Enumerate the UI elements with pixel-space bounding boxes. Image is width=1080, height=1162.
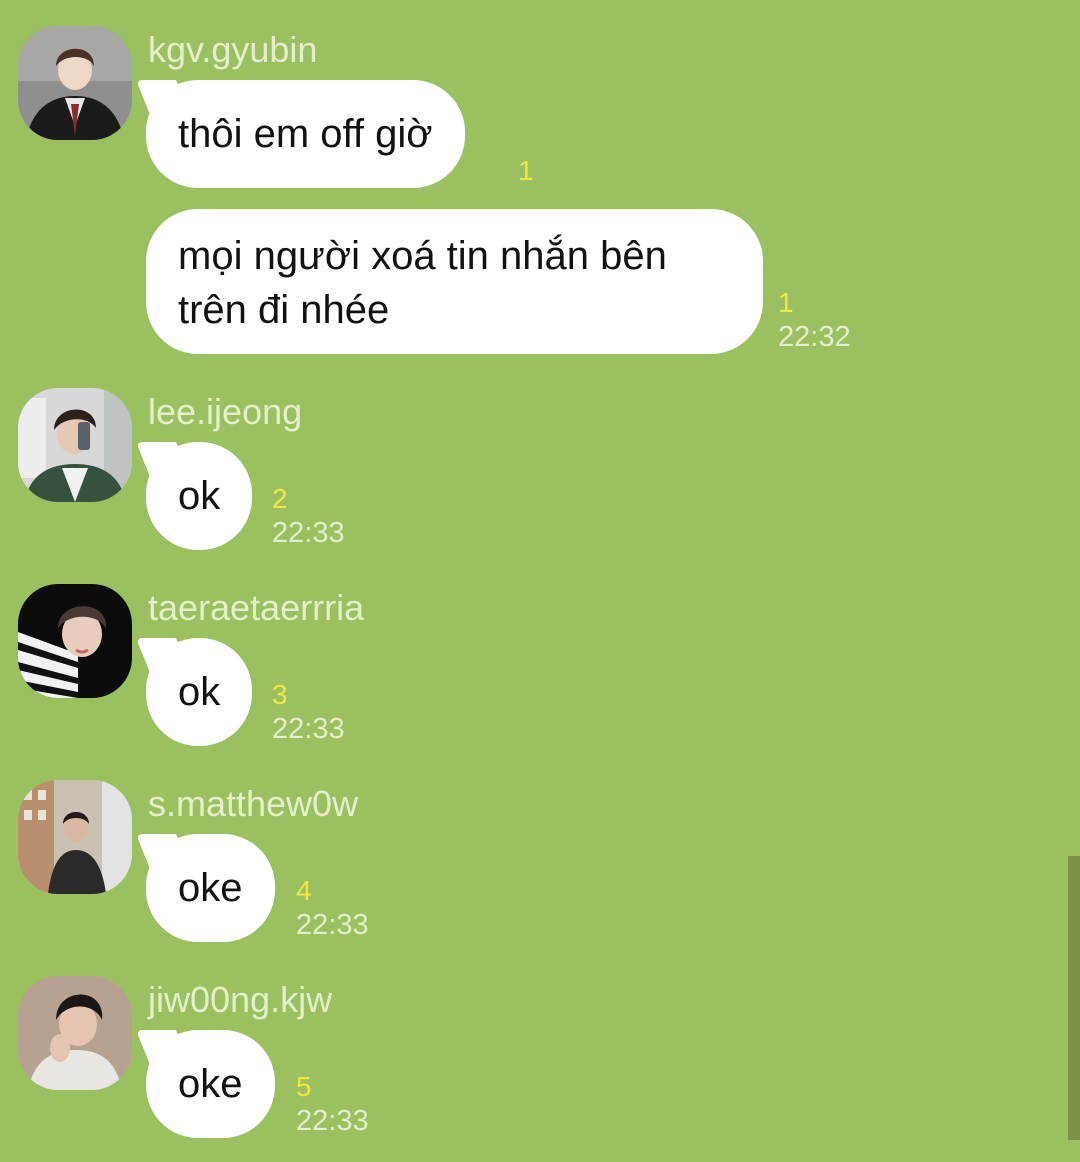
message-meta: 3 22:33 bbox=[272, 678, 345, 746]
message-text: ok bbox=[178, 670, 221, 714]
read-count: 1 bbox=[518, 155, 534, 186]
avatar-photo-icon bbox=[18, 584, 132, 698]
avatar[interactable] bbox=[18, 584, 132, 698]
message-item: oke 4 22:33 bbox=[146, 834, 369, 942]
avatar-photo-icon bbox=[18, 26, 132, 140]
message-meta: 1 bbox=[518, 154, 534, 188]
read-count: 4 bbox=[296, 875, 312, 906]
sender-name: taeraetaerrria bbox=[148, 587, 365, 628]
read-count: 2 bbox=[272, 483, 288, 514]
read-count: 5 bbox=[296, 1071, 312, 1102]
timestamp: 22:33 bbox=[272, 713, 345, 745]
message-item: ok 2 22:33 bbox=[146, 442, 345, 550]
message-text: oke bbox=[178, 866, 243, 910]
avatar[interactable] bbox=[18, 388, 132, 502]
message-meta: 4 22:33 bbox=[296, 874, 369, 942]
message-text: ok bbox=[178, 474, 221, 518]
avatar-photo-icon bbox=[18, 976, 132, 1090]
message-bubble[interactable]: ok bbox=[146, 638, 253, 746]
sender-name: kgv.gyubin bbox=[148, 29, 318, 70]
timestamp: 22:32 bbox=[778, 321, 851, 353]
message-meta: 1 22:32 bbox=[778, 286, 851, 354]
sender-name: s.matthew0w bbox=[148, 783, 359, 824]
read-count: 3 bbox=[272, 679, 288, 710]
message-text: thôi em off giờ bbox=[178, 112, 433, 156]
message-bubble[interactable]: mọi người xoá tin nhắn bên trên đi nhée bbox=[146, 209, 763, 354]
timestamp: 22:33 bbox=[296, 1105, 369, 1137]
message-meta: 2 22:33 bbox=[272, 482, 345, 550]
avatar-photo-icon bbox=[18, 780, 132, 894]
timestamp: 22:33 bbox=[296, 909, 369, 941]
avatar[interactable] bbox=[18, 26, 132, 140]
message-bubble[interactable]: oke bbox=[146, 1030, 275, 1138]
timestamp: 22:33 bbox=[272, 517, 345, 549]
message-meta: 5 22:33 bbox=[296, 1070, 369, 1138]
avatar[interactable] bbox=[18, 780, 132, 894]
message-item: ok 3 22:33 bbox=[146, 638, 345, 746]
message-bubble[interactable]: oke bbox=[146, 834, 275, 942]
message-item: oke 5 22:33 bbox=[146, 1030, 369, 1138]
message-bubble[interactable]: ok bbox=[146, 442, 253, 550]
message-item: mọi người xoá tin nhắn bên trên đi nhée … bbox=[146, 209, 851, 354]
message-text: oke bbox=[178, 1062, 243, 1106]
avatar-photo-icon bbox=[18, 388, 132, 502]
sender-name: lee.ijeong bbox=[148, 391, 303, 432]
message-item: thôi em off giờ 1 bbox=[146, 80, 534, 188]
sender-name: jiw00ng.kjw bbox=[148, 979, 333, 1020]
avatar[interactable] bbox=[18, 976, 132, 1090]
read-count: 1 bbox=[778, 287, 794, 318]
message-text: mọi người xoá tin nhắn bên trên đi nhée bbox=[178, 234, 667, 332]
scrollbar[interactable] bbox=[1068, 856, 1080, 1140]
message-bubble[interactable]: thôi em off giờ bbox=[146, 80, 465, 188]
